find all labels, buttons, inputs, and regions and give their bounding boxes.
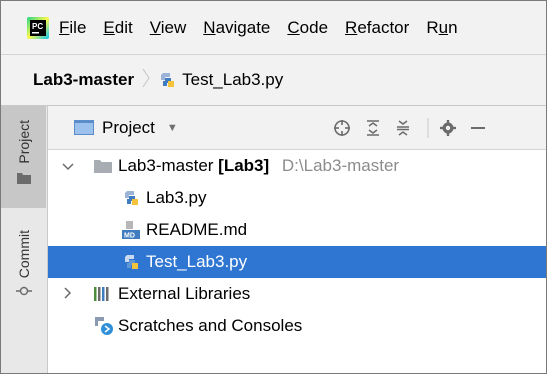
project-panel: Project ▼ Lab3-master [Lab3] D:\Lab3-mas… — [48, 106, 546, 373]
breadcrumb: Lab3-master Test_Lab3.py — [1, 55, 546, 106]
menu-edit[interactable]: Edit — [103, 18, 132, 38]
python-file-icon — [158, 71, 176, 89]
breadcrumb-separator-icon — [142, 68, 150, 93]
pycharm-logo-icon: PC — [27, 16, 49, 39]
tree-row-root[interactable]: Lab3-master [Lab3] D:\Lab3-master — [48, 150, 546, 182]
tree-row-lab3-py[interactable]: Lab3.py — [48, 182, 546, 214]
menu-refactor[interactable]: Refactor — [345, 18, 409, 38]
menu-file[interactable]: File — [59, 18, 86, 38]
menu-run[interactable]: Run — [426, 18, 457, 38]
folder-icon — [16, 172, 31, 184]
markdown-file-icon: MD — [121, 221, 141, 239]
commit-tool-tab[interactable]: Commit — [1, 230, 46, 330]
chevron-right-icon[interactable] — [64, 286, 72, 302]
tree-row-external-libraries[interactable]: External Libraries — [48, 278, 546, 310]
project-tool-tab[interactable]: Project — [1, 106, 46, 208]
tool-window-stripe: Project Commit — [1, 106, 48, 373]
header-divider — [427, 117, 429, 138]
python-file-icon — [122, 189, 140, 207]
project-view-icon — [74, 120, 94, 135]
breadcrumb-file[interactable]: Test_Lab3.py — [182, 70, 283, 90]
ide-window: PC File Edit View Navigate Code Refactor… — [0, 0, 547, 374]
scratches-icon — [94, 316, 114, 336]
locate-file-icon[interactable] — [333, 119, 351, 137]
python-file-icon — [122, 253, 140, 271]
library-icon — [94, 286, 112, 302]
chevron-down-icon[interactable] — [62, 159, 74, 174]
menu-navigate[interactable]: Navigate — [203, 18, 270, 38]
svg-text:PC: PC — [32, 22, 43, 31]
project-panel-header: Project ▼ — [48, 106, 546, 150]
file-name: README.md — [146, 220, 248, 239]
collapse-all-icon[interactable] — [395, 119, 411, 137]
menu-bar: PC File Edit View Navigate Code Refactor… — [1, 1, 546, 55]
root-path: D:\Lab3-master — [281, 156, 400, 175]
root-folder-name: Lab3-master — [118, 156, 214, 175]
breadcrumb-project[interactable]: Lab3-master — [33, 70, 134, 90]
tree-row-readme[interactable]: MD README.md — [48, 214, 546, 246]
hide-panel-icon[interactable] — [471, 126, 485, 130]
menu-code[interactable]: Code — [287, 18, 328, 38]
tree-row-test-lab3-py[interactable]: Test_Lab3.py — [48, 246, 546, 278]
root-module-name: [Lab3] — [218, 156, 270, 175]
external-libraries-label: External Libraries — [118, 284, 251, 303]
folder-icon — [94, 159, 112, 173]
commit-tab-label: Commit — [15, 230, 32, 279]
commit-icon — [15, 286, 32, 296]
expand-all-icon[interactable] — [365, 119, 381, 137]
project-view-selector[interactable]: Project — [102, 118, 155, 138]
file-name: Test_Lab3.py — [146, 252, 248, 271]
svg-text:MD: MD — [124, 233, 135, 240]
tree-row-scratches[interactable]: Scratches and Consoles — [48, 310, 546, 342]
menu-view[interactable]: View — [150, 18, 187, 38]
dropdown-arrow-icon[interactable]: ▼ — [167, 122, 178, 134]
file-name: Lab3.py — [146, 188, 207, 207]
scratches-label: Scratches and Consoles — [118, 316, 303, 335]
gear-icon[interactable] — [439, 119, 457, 137]
project-tab-label: Project — [15, 120, 32, 164]
